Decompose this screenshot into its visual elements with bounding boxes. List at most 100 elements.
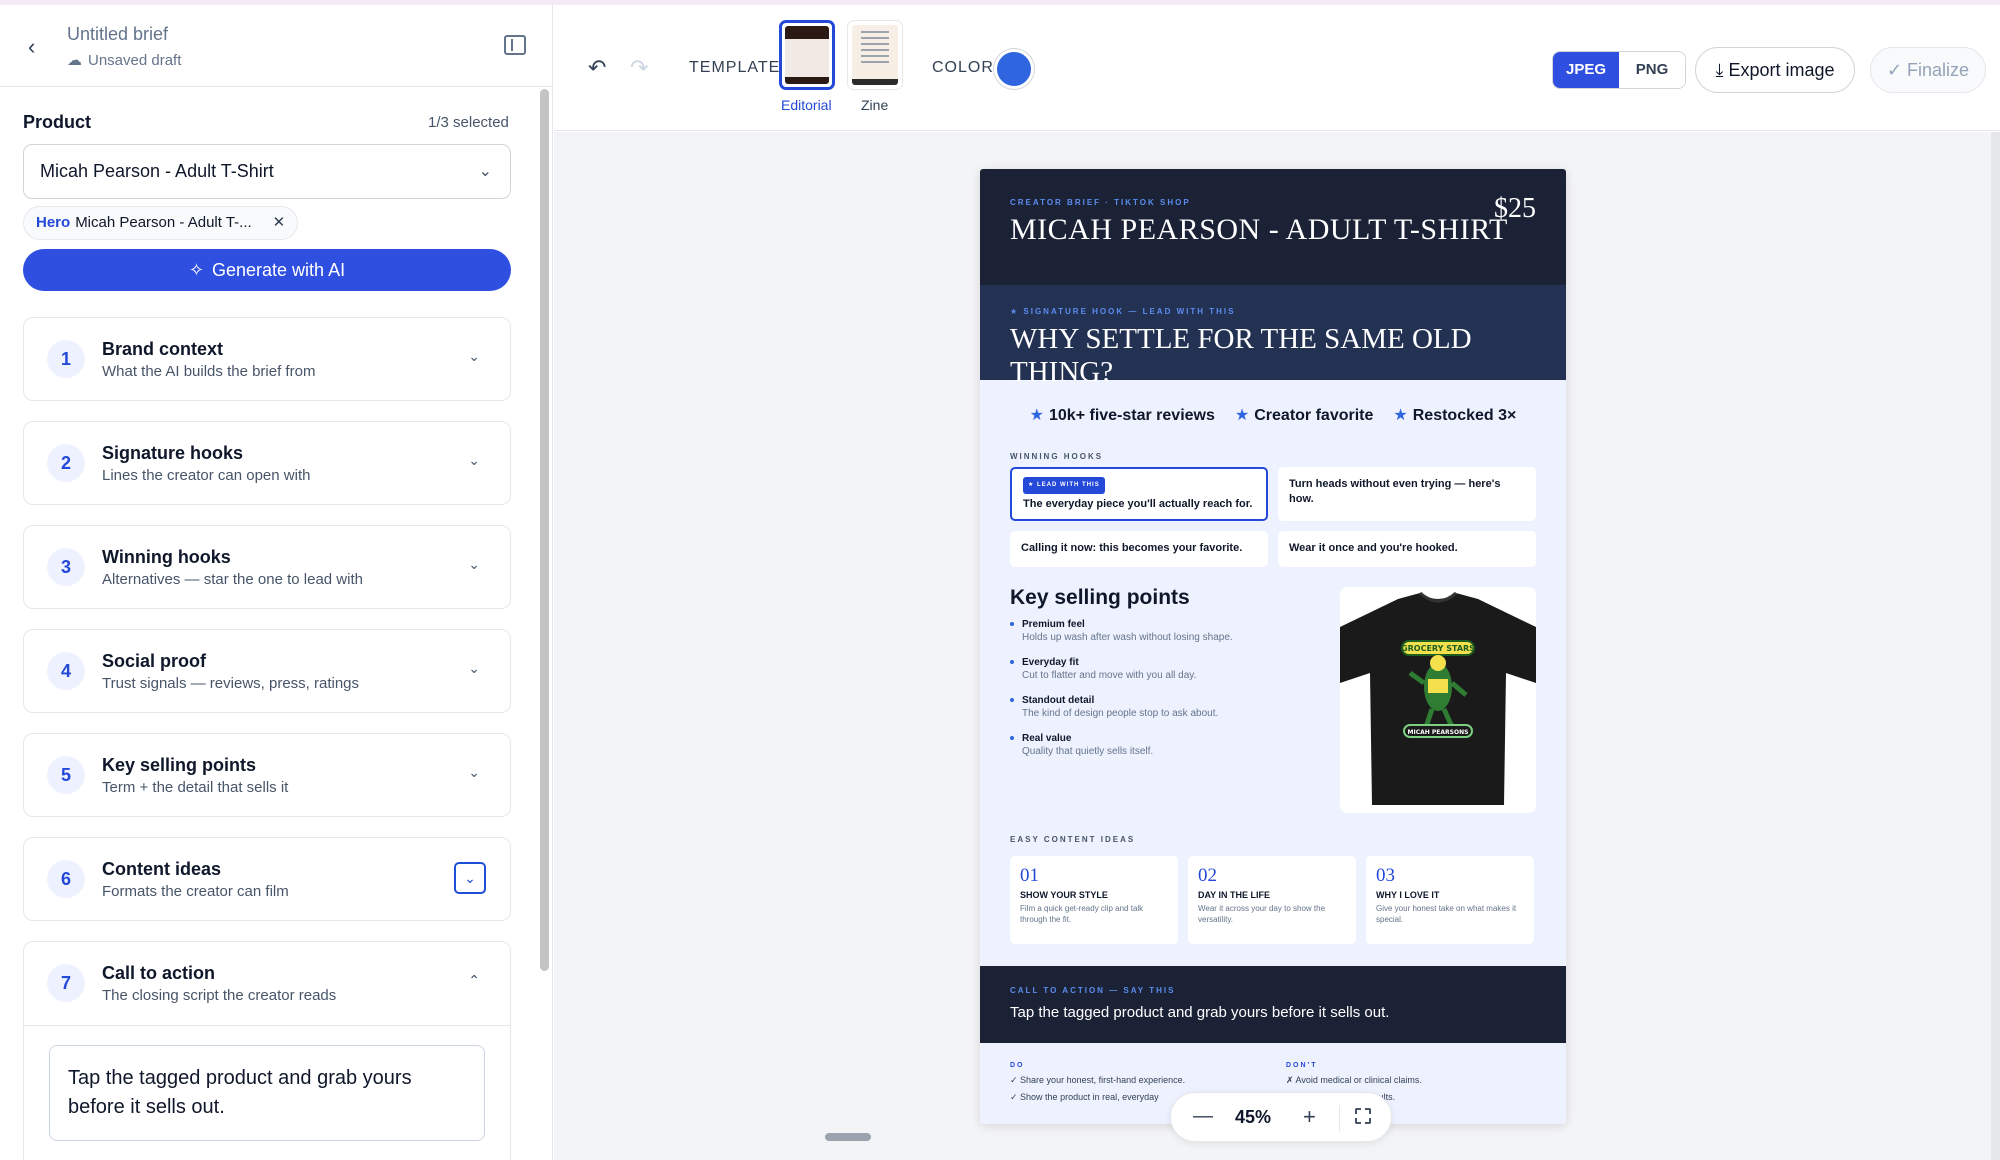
section-signature-hooks[interactable]: 2 Signature hooks Lines the creator can … [23, 421, 511, 505]
section-subtitle: Formats the creator can film [102, 883, 289, 900]
chevron-down-icon[interactable]: ⌄ [468, 452, 480, 469]
sidebar-toggle-icon[interactable] [504, 35, 526, 55]
section-title: Call to action [102, 963, 216, 983]
section-number: 6 [47, 860, 85, 898]
ksp-item: Standout detail The kind of design people… [1010, 694, 1310, 721]
idea-title: WHY I LOVE IT [1376, 890, 1440, 900]
section-divider [24, 1025, 510, 1026]
undo-icon[interactable]: ↶ [588, 55, 606, 81]
chevron-down-icon[interactable]: ⌄ [468, 660, 480, 677]
signature-hook-band: ★ SIGNATURE HOOK — LEAD WITH THIS WHY SE… [980, 285, 1566, 388]
color-label: COLOR [932, 59, 994, 76]
doc-title: Untitled brief [67, 24, 169, 44]
section-brand-context[interactable]: 1 Brand context What the AI builds the b… [23, 317, 511, 401]
hook-eyebrow: ★ SIGNATURE HOOK — LEAD WITH THIS [1010, 307, 1236, 316]
zoom-in-icon[interactable]: + [1303, 1104, 1316, 1130]
section-number: 3 [47, 548, 85, 586]
star-icon: ★ [1393, 407, 1408, 424]
content-ideas-label: EASY CONTENT IDEAS [1010, 835, 1136, 844]
fullscreen-icon[interactable] [1355, 1108, 1371, 1124]
template-editorial-thumb[interactable] [779, 20, 835, 90]
template-editorial-label[interactable]: Editorial [781, 97, 832, 113]
proof-item: ★ Restocked 3× [1393, 405, 1516, 425]
section-call-to-action[interactable]: 7 Call to action The closing script the … [23, 941, 511, 1160]
idea-number: 03 [1376, 865, 1395, 886]
ksp-list: Premium feel Holds up wash after wash wit… [1010, 618, 1310, 770]
ksp-detail: The kind of design people stop to ask ab… [1022, 708, 1219, 719]
ksp-term: Real value [1022, 733, 1072, 744]
idea-title: DAY IN THE LIFE [1198, 890, 1271, 900]
ksp-item: Real value Quality that quietly sells its… [1010, 732, 1310, 759]
tshirt-image: GROCERY STARS MICAH PEARSONS [1340, 591, 1536, 805]
chevron-down-icon[interactable]: ⌄ [468, 556, 480, 573]
template-label: TEMPLATE [689, 59, 781, 76]
template-zine-label[interactable]: Zine [861, 97, 888, 113]
section-social-proof[interactable]: 4 Social proof Trust signals — reviews, … [23, 629, 511, 713]
generate-with-ai-button[interactable]: ✧ Generate with AI [23, 249, 511, 291]
hero-badge: Hero [36, 214, 71, 231]
check-circle-icon: ✓ [1886, 60, 1908, 80]
redo-icon[interactable]: ↷ [630, 55, 648, 81]
finalize-button[interactable]: ✓ Finalize [1870, 47, 1986, 93]
section-number: 5 [47, 756, 85, 794]
section-content-ideas[interactable]: 6 Content ideas Formats the creator can … [23, 837, 511, 921]
ksp-title: Key selling points [1010, 586, 1190, 609]
cloud-icon: ☁ [67, 52, 82, 69]
star-icon: ★ [1234, 407, 1250, 424]
hook-card: Turn heads without even trying — here's … [1278, 467, 1536, 521]
zoom-value: 45% [1235, 1107, 1272, 1127]
editor-sidebar: ‹ Untitled brief ☁ Unsaved draft Product … [0, 5, 553, 1160]
section-title: Content ideas [102, 859, 222, 879]
ksp-item: Everyday fit Cut to flatter and move with… [1010, 656, 1310, 683]
sidebar-scrollbar[interactable] [540, 89, 549, 971]
canvas-scrollbar[interactable] [1991, 132, 2000, 1160]
format-png[interactable]: PNG [1619, 52, 1685, 88]
section-winning-hooks[interactable]: 3 Winning hooks Alternatives — star the … [23, 525, 511, 609]
hook-card: Wear it once and you're hooked. [1278, 531, 1536, 567]
format-jpeg[interactable]: JPEG [1553, 52, 1619, 88]
color-swatch[interactable] [994, 49, 1034, 89]
idea-body: Wear it across your day to show the vers… [1198, 904, 1326, 924]
idea-number: 02 [1198, 865, 1217, 886]
section-key-selling-points[interactable]: 5 Key selling points Term + the detail t… [23, 733, 511, 817]
editor-toolbar: ↶ ↷ TEMPLATE Editorial Zine COLOR JPEG P… [554, 5, 2000, 131]
section-subtitle: Lines the creator can open with [102, 467, 311, 484]
section-subtitle: The closing script the creator reads [102, 987, 337, 1004]
close-icon[interactable]: ✕ [273, 207, 286, 239]
cta-textarea[interactable]: Tap the tagged product and grab yours be… [49, 1045, 485, 1141]
cta-band: CALL TO ACTION — SAY THIS Tap the tagged… [980, 966, 1566, 1043]
canvas-horizontal-scrollbar[interactable] [825, 1133, 871, 1141]
zine-preview [852, 25, 898, 85]
zoom-out-icon[interactable]: — [1193, 1105, 1213, 1128]
dont-label: DON'T [1286, 1062, 1318, 1069]
section-title: Winning hooks [102, 547, 231, 567]
download-icon: ⤓ [1715, 60, 1729, 80]
section-subtitle: Term + the detail that sells it [102, 779, 289, 796]
section-number: 4 [47, 652, 85, 690]
brief-header: CREATOR BRIEF · TIKTOK SHOP MICAH PEARSO… [980, 169, 1566, 285]
ksp-term: Standout detail [1022, 695, 1095, 706]
section-title: Key selling points [102, 755, 257, 775]
ksp-item: Premium feel Holds up wash after wash wit… [1010, 618, 1310, 645]
chevron-down-icon[interactable]: ⌄ [454, 862, 486, 894]
brief-price: $25 [1494, 193, 1536, 224]
cta-eyebrow: CALL TO ACTION — SAY THIS [1010, 986, 1176, 995]
back-arrow-icon[interactable]: ‹ [28, 35, 46, 59]
section-subtitle: What the AI builds the brief from [102, 363, 316, 380]
chevron-down-icon[interactable]: ⌄ [468, 764, 480, 781]
template-zine-thumb[interactable] [847, 20, 903, 90]
proof-text: Restocked 3× [1412, 407, 1517, 424]
export-image-button[interactable]: ⤓ Export image [1695, 47, 1855, 93]
dont-item: ✗ Avoid medical or clinical claims. [1286, 1075, 1422, 1085]
signature-hook: WHY SETTLE FOR THE SAME OLD THING? [1010, 323, 1472, 388]
product-select[interactable]: Micah Pearson - Adult T-Shirt ⌄ [23, 144, 511, 199]
idea-title: SHOW YOUR STYLE [1020, 890, 1108, 900]
ksp-term: Premium feel [1022, 619, 1085, 630]
idea-body: Film a quick get-ready clip and talk thr… [1020, 904, 1144, 924]
chevron-down-icon[interactable]: ⌄ [468, 348, 480, 365]
proof-item: ★ Creator favorite [1235, 405, 1374, 425]
hook-text: The everyday piece you'll actually reach… [1023, 498, 1253, 510]
section-number: 7 [47, 964, 85, 1002]
section-subtitle: Alternatives — star the one to lead with [102, 571, 363, 588]
chevron-up-icon[interactable]: ⌃ [468, 972, 480, 989]
